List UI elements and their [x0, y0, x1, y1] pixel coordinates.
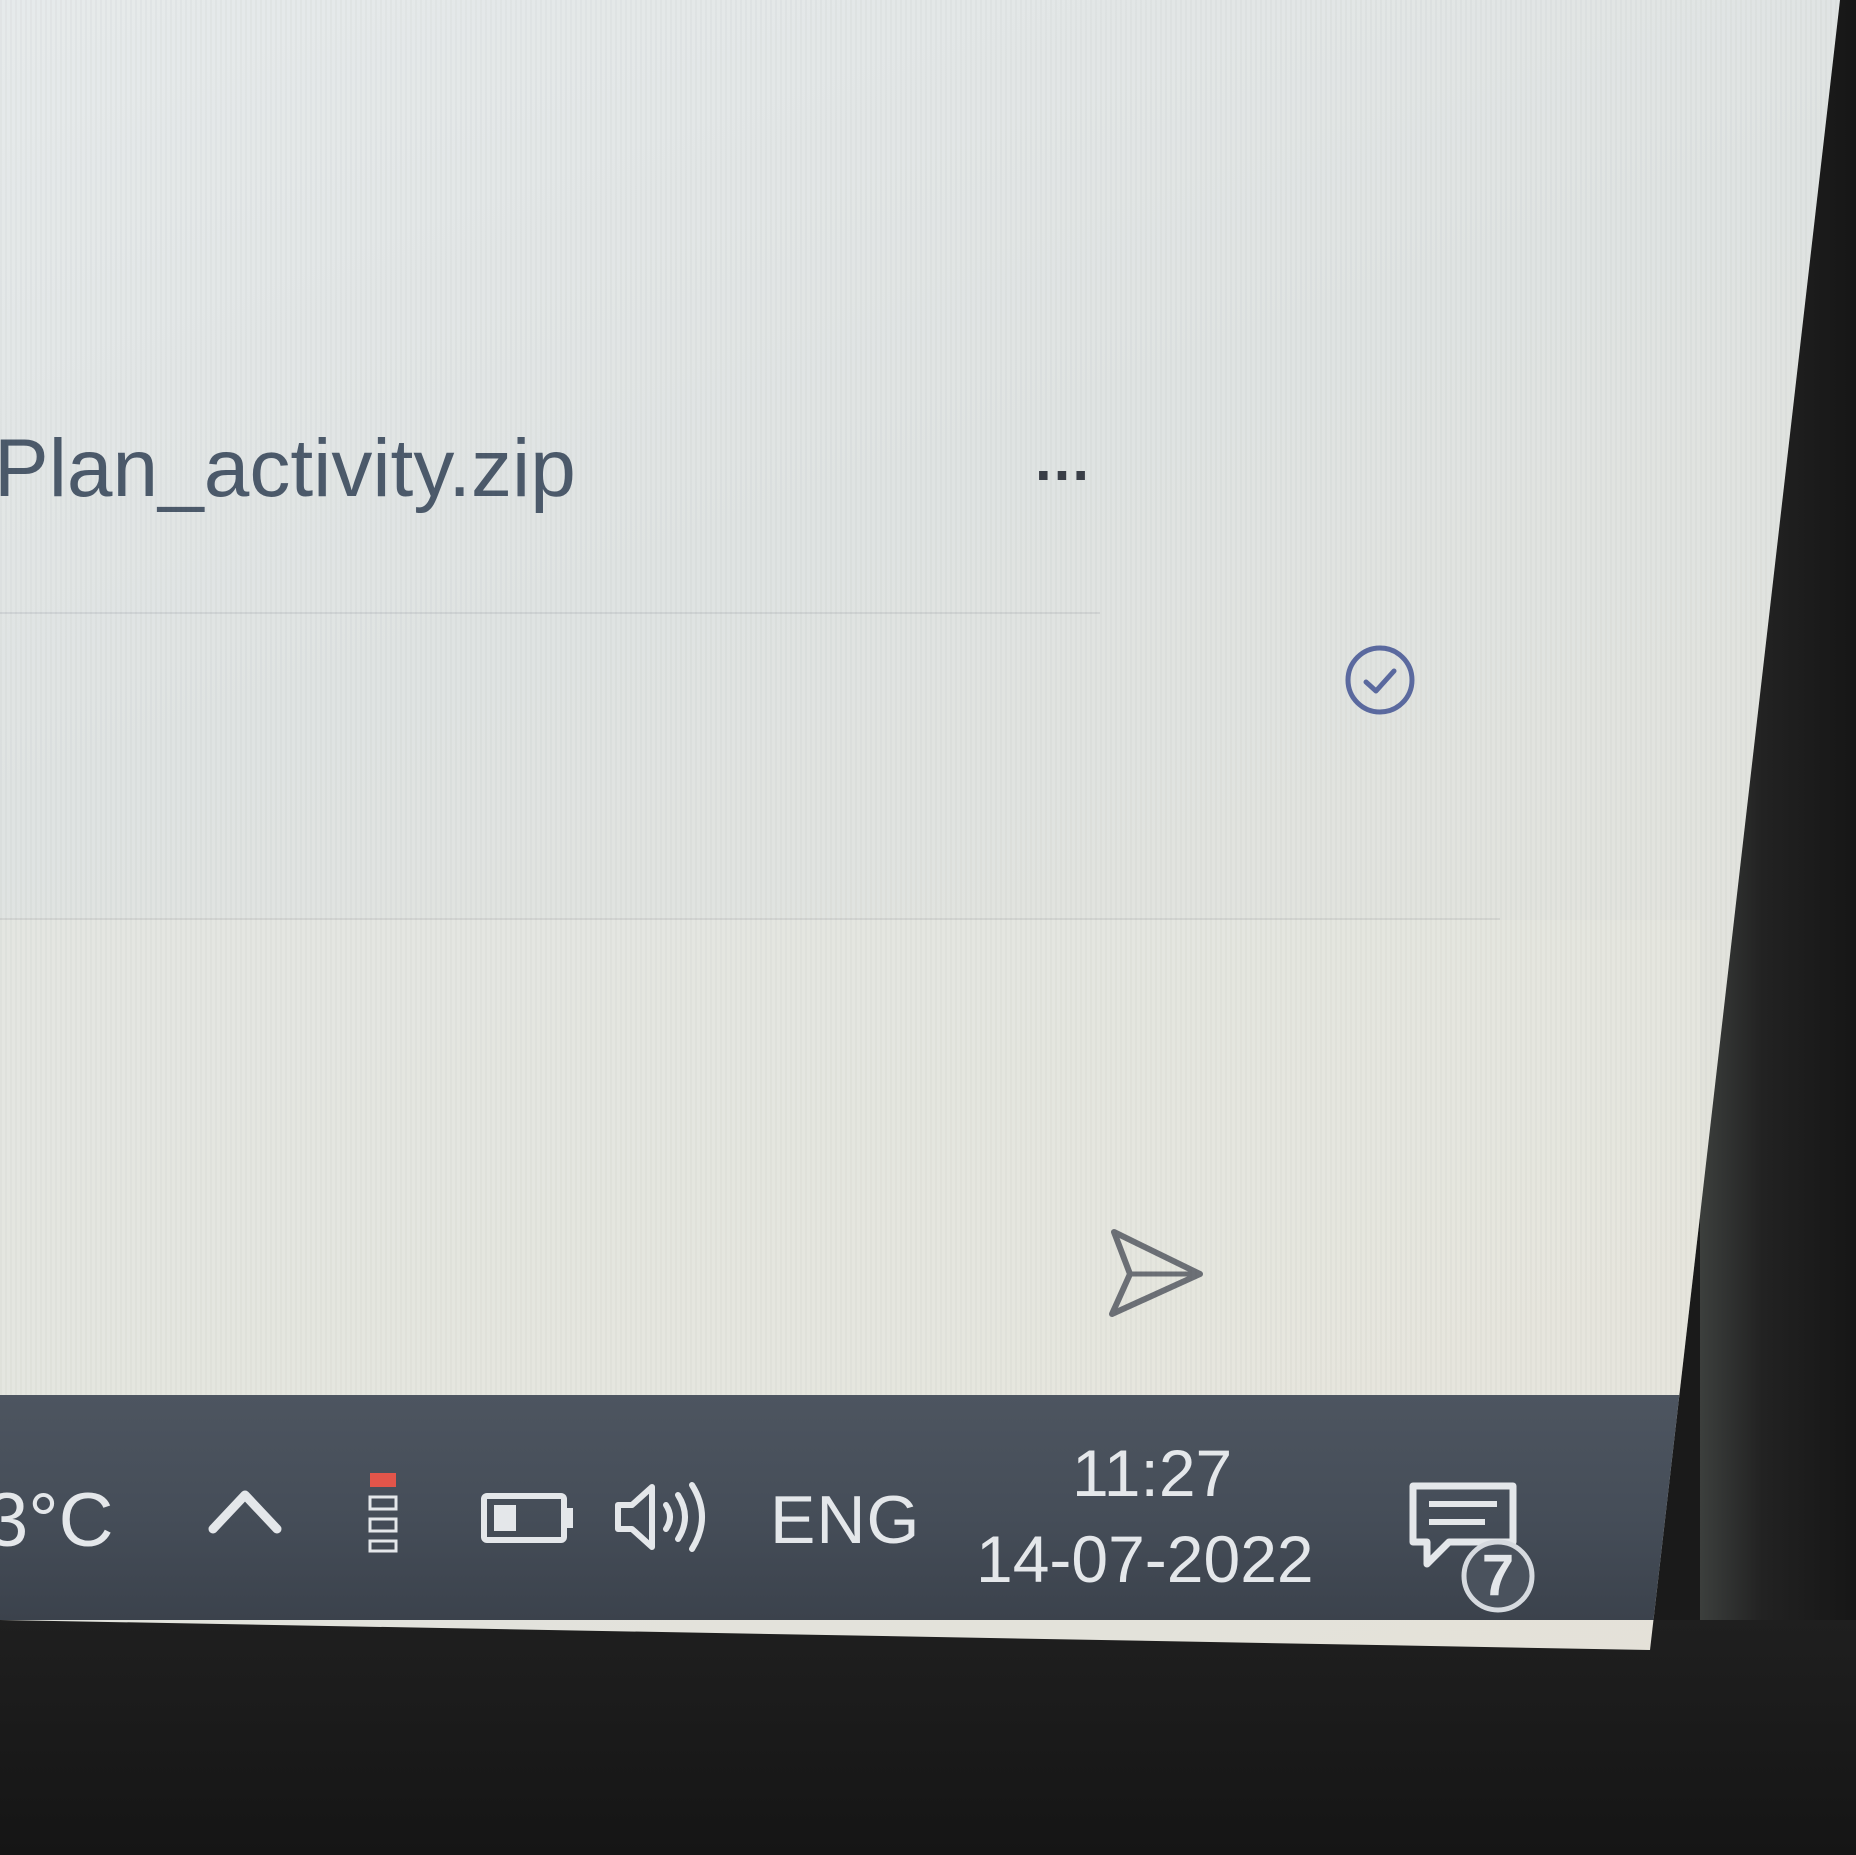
message-compose-area[interactable] — [0, 920, 1700, 1400]
screen: Plan_activity.zip ... 3°C ENG 11:27 14-0… — [0, 0, 1840, 1650]
photo-frame: Plan_activity.zip ... 3°C ENG 11:27 14-0… — [0, 0, 1856, 1855]
input-language[interactable]: ENG — [770, 1481, 920, 1559]
attachment-row[interactable]: Plan_activity.zip ... — [0, 400, 1200, 540]
notification-count-badge: 7 — [1481, 1543, 1515, 1608]
check-circle-icon — [1345, 645, 1415, 715]
volume-icon[interactable] — [612, 1477, 722, 1557]
attachment-file-name[interactable]: Plan_activity.zip — [0, 422, 576, 516]
more-options-button[interactable]: ... — [1018, 430, 1108, 510]
taskbar: 3°C ENG 11:27 14-07-2022 7 — [0, 1395, 1840, 1620]
divider — [0, 612, 1100, 614]
send-icon[interactable] — [1100, 1222, 1210, 1322]
clock-date[interactable]: 14-07-2022 — [976, 1521, 1314, 1597]
chevron-up-icon[interactable] — [205, 1477, 285, 1547]
battery-icon[interactable] — [480, 1490, 576, 1546]
monitor-bezel-bottom — [0, 1620, 1856, 1855]
weather-temperature[interactable]: 3°C — [0, 1477, 114, 1564]
clock-time[interactable]: 11:27 — [1072, 1435, 1232, 1511]
chat-window: Plan_activity.zip ... — [0, 0, 1840, 1405]
app-tray-icon[interactable] — [366, 1467, 404, 1557]
